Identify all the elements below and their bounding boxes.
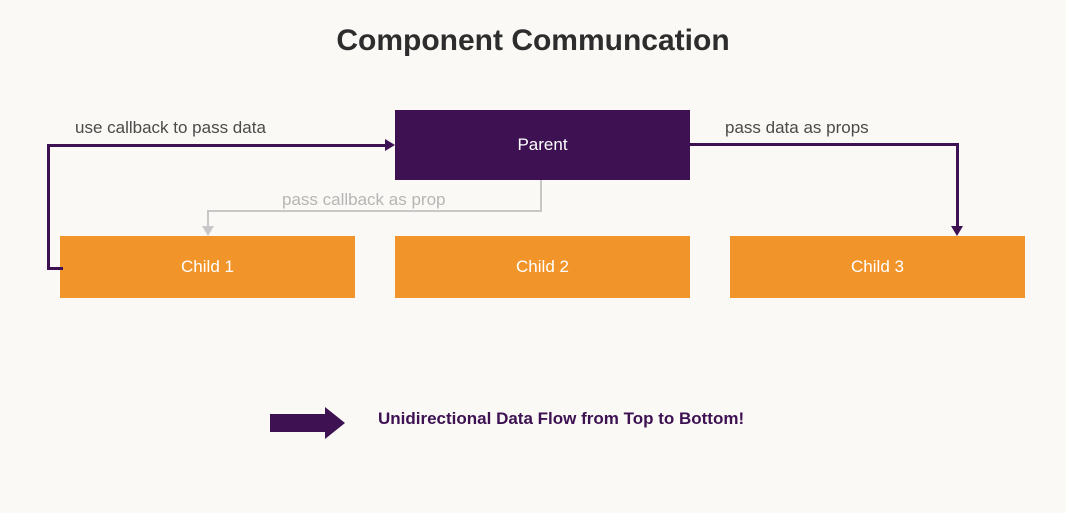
arrow-props [690, 143, 959, 146]
arrow-callback-up [47, 144, 387, 147]
props-label: pass data as props [725, 118, 869, 138]
diagram-title: Component Communcation [0, 24, 1066, 58]
child2-node: Child 2 [395, 236, 690, 298]
arrow-props-head-icon [951, 226, 963, 236]
callback-prop-label: pass callback as prop [282, 190, 445, 210]
child3-node: Child 3 [730, 236, 1025, 298]
arrow-callback-prop [540, 180, 542, 212]
arrow-props [956, 143, 959, 228]
arrow-callback-up-head-icon [385, 139, 395, 151]
parent-node: Parent [395, 110, 690, 180]
child1-node: Child 1 [60, 236, 355, 298]
legend-text: Unidirectional Data Flow from Top to Bot… [378, 409, 744, 429]
callback-up-label: use callback to pass data [75, 118, 266, 138]
arrow-callback-up [47, 144, 50, 270]
legend-arrow-icon [270, 407, 345, 439]
arrow-callback-prop-head-icon [202, 226, 214, 236]
arrow-callback-prop [209, 210, 542, 212]
